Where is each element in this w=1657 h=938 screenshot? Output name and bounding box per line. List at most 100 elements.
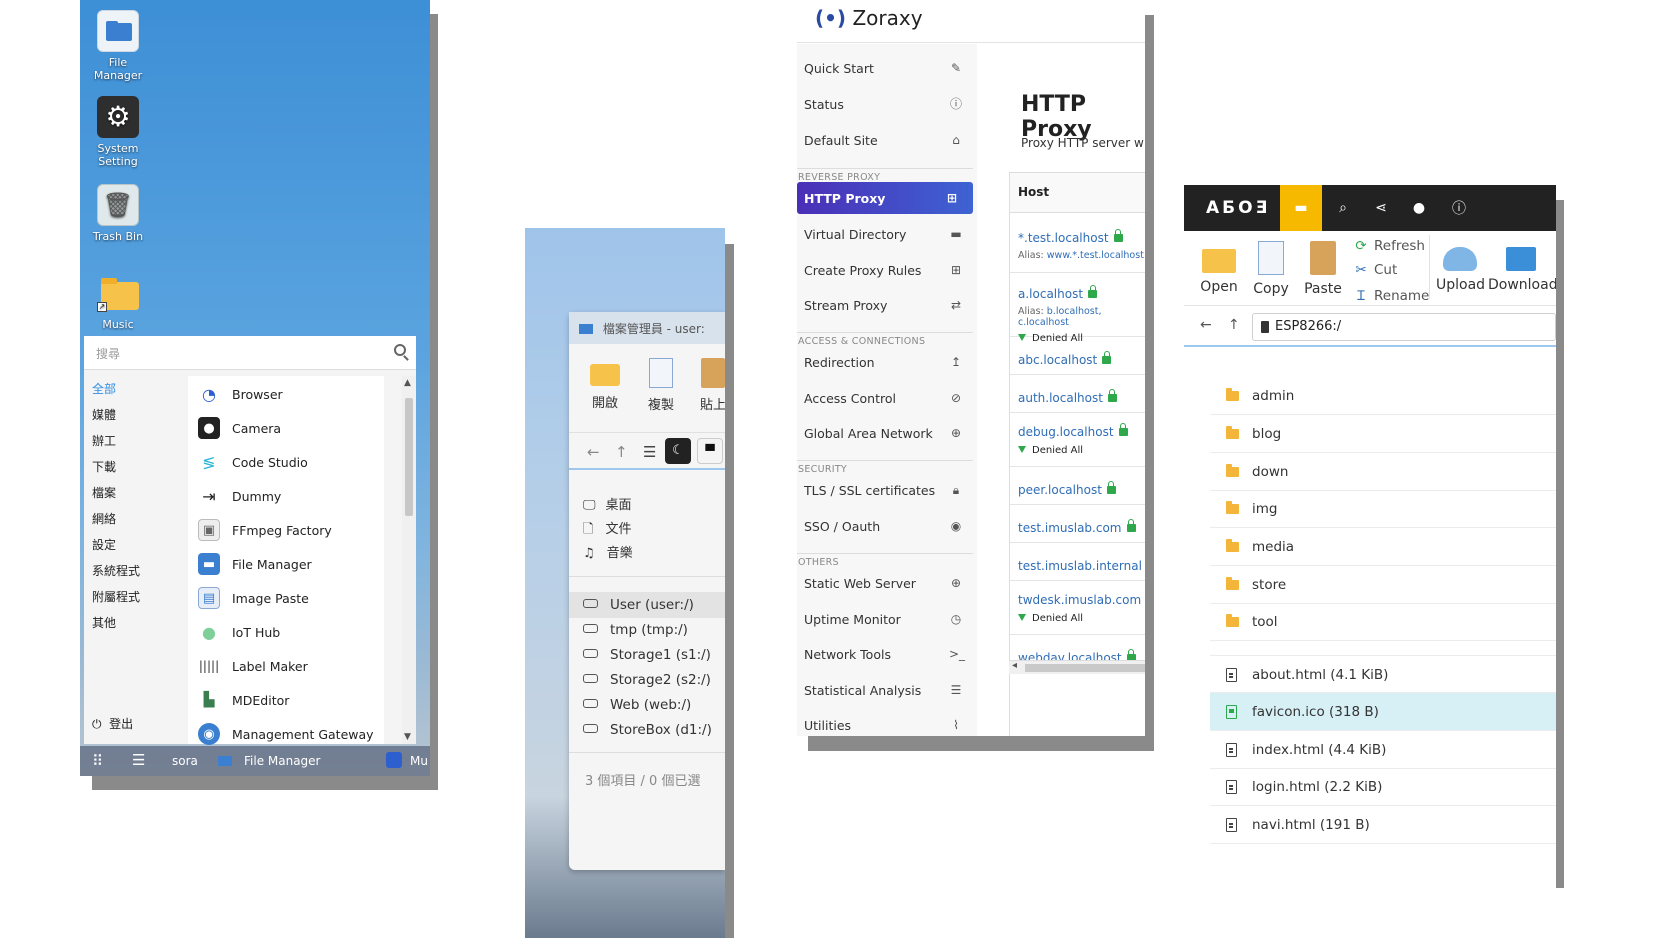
app-camera[interactable]: ● Camera [198, 414, 281, 442]
app-dummy[interactable]: ⇥ Dummy [198, 482, 281, 510]
table-row[interactable]: abc.localhost [1010, 337, 1145, 375]
brand-logo[interactable]: AƂOƎ [1206, 198, 1270, 218]
sidebar-item-sso-oauth[interactable]: SSO / Oauth ◉ [797, 510, 977, 542]
up-arrow-icon[interactable]: ↑ [615, 443, 628, 461]
window-titlebar[interactable]: 檔案管理員 - user: [569, 312, 725, 344]
drive-storage1[interactable]: Storage1 (s1:/) [569, 642, 725, 668]
sidebar-item-access-control[interactable]: Access Control ⊘ [797, 382, 977, 414]
folder-tab-icon[interactable]: ▬ [1280, 185, 1322, 231]
category-files[interactable]: 檔案 [92, 484, 116, 501]
sidebar-item-static-web-server[interactable]: Static Web Server ⊕ [797, 567, 977, 599]
sidebar-item-network-tools[interactable]: Network Tools >_ [797, 638, 977, 670]
sidebar-item-stream-proxy[interactable]: Stream Proxy ⇄ [797, 289, 977, 321]
list-item-file[interactable]: navi.html (191 B) [1210, 806, 1556, 844]
app-file-manager[interactable]: ▬ File Manager [198, 550, 312, 578]
list-item-file[interactable]: about.html (4.1 KiB) [1210, 655, 1556, 693]
sidebar-item-uptime-monitor[interactable]: Uptime Monitor ◷ [797, 603, 977, 635]
taskbar-window-file-manager[interactable]: File Manager [244, 754, 321, 768]
logout-button[interactable]: ⏻ 登出 [92, 715, 133, 732]
app-list-scrollbar[interactable]: ▲ ▼ [402, 376, 416, 744]
app-browser[interactable]: ◔ Browser [198, 380, 283, 408]
download-button[interactable]: Download [1488, 237, 1556, 293]
quick-desktop[interactable]: 🖵 桌面 [583, 494, 632, 513]
list-item-folder[interactable]: img [1210, 490, 1556, 528]
scroll-down-icon[interactable]: ▼ [404, 732, 411, 742]
list-item-folder[interactable]: admin [1210, 377, 1556, 415]
app-code-studio[interactable]: ≶ Code Studio [198, 448, 308, 476]
app-label-maker[interactable]: ||||| Label Maker [198, 652, 308, 680]
sidebar-item-status[interactable]: Status ⓘ [797, 88, 977, 120]
app-iot-hub[interactable]: ● IoT Hub [198, 618, 280, 646]
list-item-folder[interactable]: store [1210, 566, 1556, 604]
category-accessories[interactable]: 附屬程式 [92, 588, 140, 605]
category-download[interactable]: 下載 [92, 458, 116, 475]
list-item-folder[interactable]: tool [1210, 603, 1556, 641]
table-row[interactable]: debug.localhost Denied All [1010, 413, 1145, 467]
paste-button[interactable]: Paste [1298, 237, 1348, 297]
search-icon[interactable]: ⌕ [1322, 185, 1364, 231]
category-system[interactable]: 系統程式 [92, 562, 140, 579]
back-arrow-icon[interactable]: ← [1200, 317, 1212, 333]
open-button[interactable]: 開啟 [585, 358, 625, 411]
brand-logo[interactable]: (•) Zoraxy [815, 6, 923, 30]
sidebar-item-statistical-analysis[interactable]: Statistical Analysis ☰ [797, 674, 977, 706]
quick-documents[interactable]: 🗋 文件 [583, 518, 631, 542]
app-grid-icon[interactable]: ⠿ [92, 752, 103, 770]
open-button[interactable]: Open [1194, 237, 1244, 295]
desktop-icon-music[interactable]: ↗ Music [84, 272, 152, 331]
list-item-folder[interactable]: blog [1210, 415, 1556, 453]
sidebar-item-create-proxy-rules[interactable]: Create Proxy Rules ⊞ [797, 254, 977, 286]
table-horizontal-scrollbar[interactable]: ◂ [1009, 660, 1145, 674]
list-item-folder[interactable]: media [1210, 528, 1556, 566]
drive-web[interactable]: Web (web:/) [569, 692, 725, 718]
drive-storebox[interactable]: StoreBox (d1:/) [569, 717, 725, 743]
list-item-file[interactable]: login.html (2.2 KiB) [1210, 768, 1556, 806]
drive-tmp[interactable]: tmp (tmp:/) [569, 617, 725, 643]
up-arrow-icon[interactable]: ↑ [1228, 317, 1240, 333]
desktop-icon-file-manager[interactable]: File Manager [84, 10, 152, 82]
sidebar-item-redirection[interactable]: Redirection ↥ [797, 346, 977, 378]
table-row[interactable]: *.test.localhost Alias: www.*.test.local… [1010, 215, 1145, 273]
folder-view-icon[interactable]: ▀ [697, 438, 723, 464]
search-icon[interactable] [394, 344, 406, 356]
quick-music[interactable]: ♫ 音樂 [583, 542, 633, 561]
info-icon[interactable]: ⓘ [1438, 185, 1480, 231]
app-image-paste[interactable]: ▤ Image Paste [198, 584, 309, 612]
sidebar-item-tls-ssl[interactable]: TLS / SSL certificates 🔒︎ [797, 474, 977, 506]
table-row[interactable]: test.imuslab.com [1010, 505, 1145, 543]
table-row[interactable]: twdesk.imuslab.com Denied All [1010, 581, 1145, 635]
category-other[interactable]: 其他 [92, 614, 116, 631]
paste-button[interactable]: 貼上 [693, 358, 725, 413]
list-item-file-selected[interactable]: favicon.ico (318 B) [1210, 693, 1556, 731]
copy-button[interactable]: 複製 [641, 358, 681, 413]
category-network[interactable]: 網絡 [92, 510, 116, 527]
table-row[interactable]: auth.localhost [1010, 375, 1145, 413]
rename-button[interactable]: Ɪ Rename [1354, 286, 1429, 304]
desktop-icon-system-setting[interactable]: ⚙ System Setting [84, 96, 152, 168]
menu-icon[interactable]: ☰ [132, 751, 145, 769]
sidebar-item-global-area-network[interactable]: Global Area Network ⊕ [797, 417, 977, 449]
drive-storage2[interactable]: Storage2 (s2:/) [569, 667, 725, 693]
sidebar-item-virtual-directory[interactable]: Virtual Directory ▬ [797, 218, 977, 250]
back-arrow-icon[interactable]: ← [587, 443, 600, 461]
scrollbar-thumb[interactable] [1025, 664, 1145, 672]
table-row[interactable]: test.imuslab.internal [1010, 543, 1145, 581]
sidebar-item-utilities[interactable]: Utilities ⌇ [797, 709, 977, 736]
app-management-gateway[interactable]: ◉ Management Gateway [198, 720, 374, 748]
category-all[interactable]: 全部 [92, 380, 116, 397]
category-media[interactable]: 媒體 [92, 406, 116, 423]
share-icon[interactable]: ⋖ [1360, 185, 1402, 231]
cut-button[interactable]: ✂ Cut [1354, 262, 1397, 278]
scroll-left-icon[interactable]: ◂ [1012, 660, 1017, 671]
taskbar-user[interactable]: sora [172, 754, 198, 768]
list-item-file[interactable]: index.html (4.4 KiB) [1210, 731, 1556, 769]
sidebar-item-http-proxy[interactable]: HTTP Proxy ⊞ [797, 182, 973, 214]
drive-user[interactable]: User (user:/) [569, 592, 725, 618]
app-mdeditor[interactable]: ▙ MDEditor [198, 686, 289, 714]
list-item-folder[interactable]: down [1210, 453, 1556, 491]
table-row[interactable]: peer.localhost [1010, 467, 1145, 505]
copy-button[interactable]: Copy [1246, 237, 1296, 297]
category-settings[interactable]: 設定 [92, 536, 116, 553]
dark-mode-icon[interactable]: ☾ [665, 438, 691, 464]
category-office[interactable]: 辦工 [92, 432, 116, 449]
